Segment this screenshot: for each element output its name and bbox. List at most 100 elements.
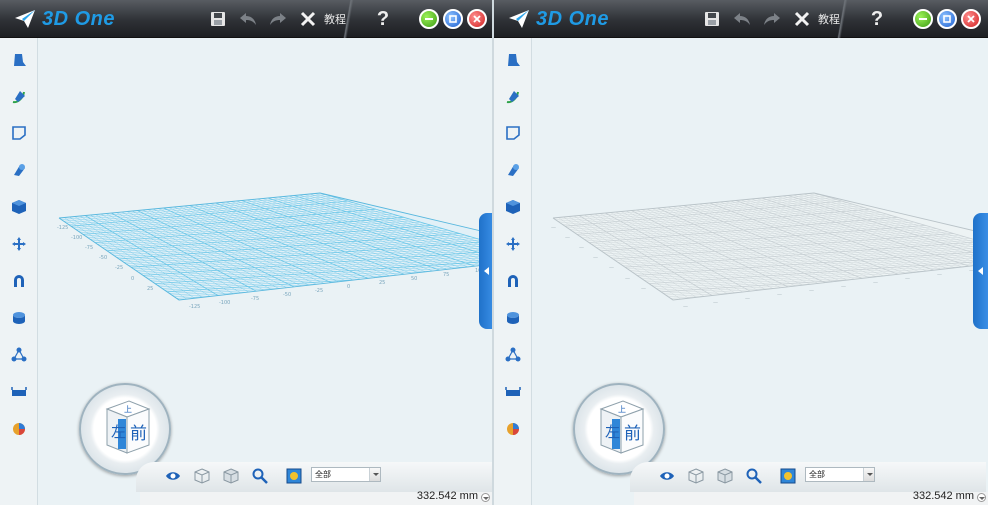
wireframe-cube-icon[interactable]: [192, 467, 212, 485]
eye-icon[interactable]: [657, 467, 677, 485]
magnet-tool-icon[interactable]: [9, 271, 29, 291]
readout-dropdown-icon[interactable]: [481, 493, 490, 502]
save-icon[interactable]: [208, 9, 228, 29]
cube-left-face: 左: [111, 423, 126, 441]
app-logo: 3D One: [14, 7, 115, 31]
combine-tool-icon[interactable]: [503, 308, 523, 328]
left-pane: 3D One 教程 ? -125 -100 -75 -50 -25 0 25 -…: [0, 0, 494, 505]
pattern-tool-icon[interactable]: [503, 345, 523, 365]
basic-shape-tool-icon[interactable]: [503, 123, 523, 143]
help-button[interactable]: ?: [373, 6, 393, 32]
svg-text:—: —: [905, 276, 910, 282]
cube-top-face: 上: [124, 405, 132, 414]
solid-edit-tool-icon[interactable]: [9, 197, 29, 217]
square-icon: [943, 15, 951, 23]
svg-text:50: 50: [411, 276, 417, 282]
sketch-tool-icon[interactable]: [503, 50, 523, 70]
close-button[interactable]: [467, 9, 487, 29]
svg-text:—: —: [683, 304, 688, 310]
minus-icon: [919, 18, 927, 20]
title-bar: 3D One 教程 ?: [0, 0, 492, 38]
filter-select[interactable]: 全部: [805, 467, 875, 482]
right-panel-collapse-tab[interactable]: [973, 213, 988, 329]
move-tool-icon[interactable]: [9, 234, 29, 254]
material-tool-icon[interactable]: [503, 419, 523, 439]
undo-icon[interactable]: [732, 9, 752, 29]
close-icon: [473, 15, 481, 23]
undo-icon[interactable]: [238, 9, 258, 29]
help-button[interactable]: ?: [867, 6, 887, 32]
cube-left-face: 左: [605, 423, 620, 441]
delete-x-icon[interactable]: [298, 9, 318, 29]
filter-select-value: 全部: [315, 470, 331, 479]
material-tool-icon[interactable]: [9, 419, 29, 439]
cube-front-face: 前: [130, 424, 147, 444]
svg-text:—: —: [745, 296, 750, 302]
scale-readout[interactable]: 332.542 mm: [913, 490, 974, 502]
cube-front-face: 前: [624, 424, 641, 444]
svg-text:-50: -50: [99, 255, 107, 261]
minus-icon: [425, 18, 433, 20]
redo-icon[interactable]: [762, 9, 782, 29]
right-panel-collapse-tab[interactable]: [479, 213, 492, 329]
solid-edit-tool-icon[interactable]: [503, 197, 523, 217]
minimize-button[interactable]: [419, 9, 439, 29]
chevron-left-icon: [483, 267, 489, 275]
tool-sidebar: [494, 38, 532, 505]
logo-text: 3D One: [536, 7, 610, 30]
draw-curve-tool-icon[interactable]: [9, 87, 29, 107]
delete-x-icon[interactable]: [792, 9, 812, 29]
redo-icon[interactable]: [268, 9, 288, 29]
chevron-down-icon: [863, 468, 874, 481]
draw-curve-tool-icon[interactable]: [503, 87, 523, 107]
right-pane: 3D One 教程 ? — — — — — — — — — — — — — — …: [494, 0, 988, 505]
save-icon[interactable]: [702, 9, 722, 29]
logo-text: 3D One: [42, 7, 116, 30]
basic-shape-tool-icon[interactable]: [9, 123, 29, 143]
quick-toolbar: 教程: [208, 6, 346, 32]
sketch-tool-icon[interactable]: [9, 50, 29, 70]
close-button[interactable]: [961, 9, 981, 29]
square-icon: [449, 15, 457, 23]
minimize-button[interactable]: [913, 9, 933, 29]
svg-text:—: —: [809, 288, 814, 294]
shaded-cube-icon[interactable]: [715, 467, 735, 485]
titlebar-separator: [340, 0, 358, 38]
svg-text:-75: -75: [85, 245, 93, 251]
filter-select[interactable]: 全部: [311, 467, 381, 482]
filter-select-value: 全部: [809, 470, 825, 479]
feature-tool-icon[interactable]: [503, 160, 523, 180]
pattern-tool-icon[interactable]: [9, 345, 29, 365]
maximize-button[interactable]: [443, 9, 463, 29]
move-tool-icon[interactable]: [503, 234, 523, 254]
scale-readout[interactable]: 332.542 mm: [417, 490, 478, 502]
render-mode-icon[interactable]: [284, 467, 304, 485]
eye-icon[interactable]: [163, 467, 183, 485]
readout-dropdown-icon[interactable]: [977, 493, 986, 502]
wireframe-cube-icon[interactable]: [686, 467, 706, 485]
svg-text:—: —: [873, 280, 878, 286]
maximize-button[interactable]: [937, 9, 957, 29]
measure-tool-icon[interactable]: [9, 382, 29, 402]
svg-text:0: 0: [131, 276, 134, 282]
svg-text:—: —: [565, 235, 570, 241]
svg-text:-125: -125: [189, 304, 200, 310]
combine-tool-icon[interactable]: [9, 308, 29, 328]
svg-text:—: —: [777, 292, 782, 298]
chevron-down-icon: [369, 468, 380, 481]
chevron-left-icon: [977, 267, 983, 275]
cube-top-face: 上: [618, 405, 626, 414]
zoom-icon[interactable]: [744, 467, 764, 485]
feature-tool-icon[interactable]: [9, 160, 29, 180]
magnet-tool-icon[interactable]: [503, 271, 523, 291]
measure-tool-icon[interactable]: [503, 382, 523, 402]
app-root: 3D One 教程 ? -125 -100 -75 -50 -25 0 25 -…: [0, 0, 988, 505]
svg-text:-100: -100: [71, 235, 82, 241]
render-mode-icon[interactable]: [778, 467, 798, 485]
zoom-icon[interactable]: [250, 467, 270, 485]
shaded-cube-icon[interactable]: [221, 467, 241, 485]
svg-text:-75: -75: [251, 296, 259, 302]
svg-text:—: —: [551, 225, 556, 231]
svg-text:—: —: [713, 300, 718, 306]
svg-text:—: —: [937, 272, 942, 278]
